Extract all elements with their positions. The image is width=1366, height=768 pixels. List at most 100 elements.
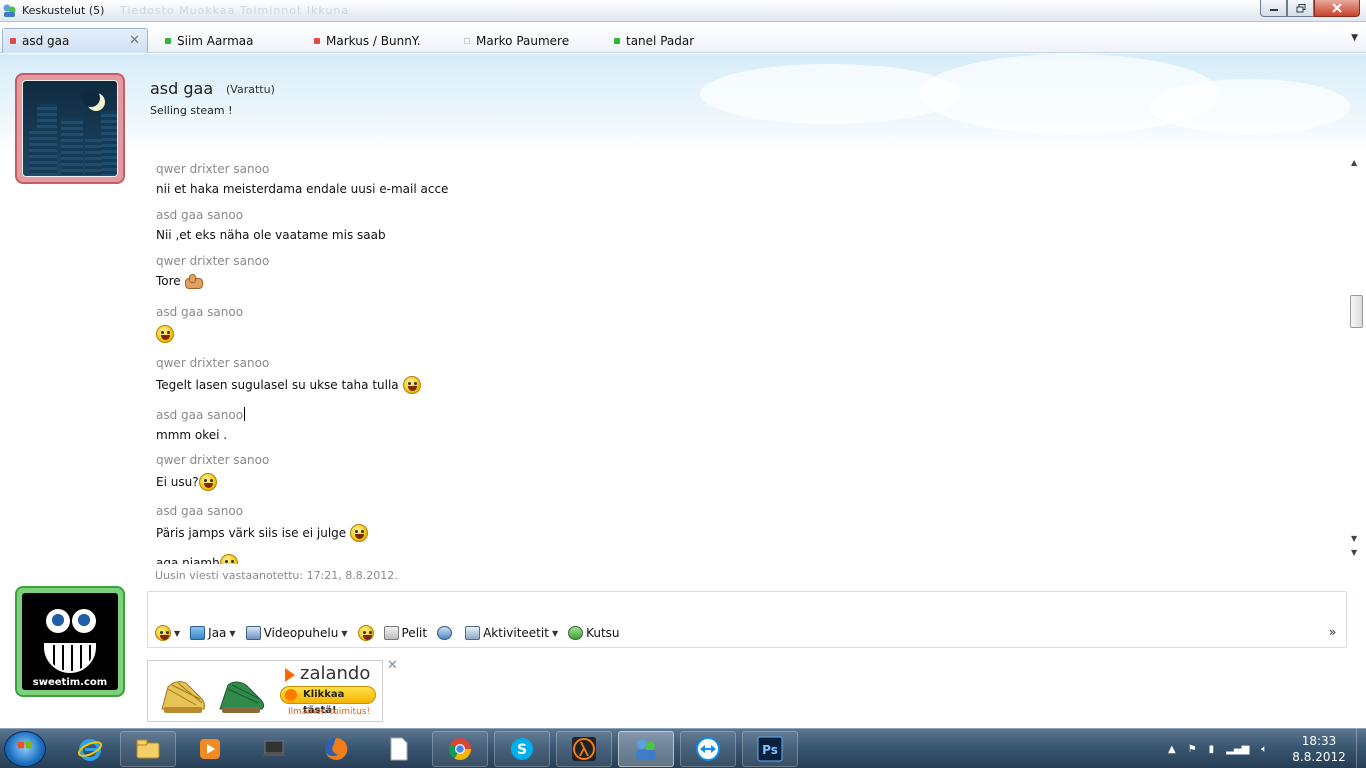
own-avatar[interactable]: sweetim.com bbox=[15, 586, 125, 697]
message: qwer drixter sanoo Tegelt lasen sugulase… bbox=[156, 356, 421, 394]
nudge-icon bbox=[437, 626, 453, 640]
close-button[interactable] bbox=[1314, 0, 1360, 17]
maximize-button[interactable] bbox=[1287, 0, 1314, 17]
ad-close-icon[interactable]: ✕ bbox=[387, 658, 398, 673]
smiley-emoticon-icon bbox=[156, 325, 174, 343]
compose-toolbar: ▼ Jaa ▼ Videopuhelu ▼ Pelit Aktiviteetit ▼ … bbox=[155, 624, 630, 642]
nudge-button[interactable] bbox=[437, 626, 455, 640]
folder-icon bbox=[136, 739, 160, 759]
show-desktop-button[interactable] bbox=[1356, 728, 1366, 768]
message: asd gaa sanoo Nii ,et eks näha ole vaata… bbox=[156, 208, 386, 242]
message: qwer drixter sanoo Tore bbox=[156, 254, 270, 289]
tab-label: asd gaa bbox=[22, 34, 70, 48]
action-center-flag-icon[interactable]: ⚑ bbox=[1188, 744, 1197, 755]
wink-button[interactable] bbox=[357, 625, 374, 641]
message: asd gaa sanoo Päris jamps värk siis ise … bbox=[156, 504, 369, 542]
share-button[interactable]: Jaa ▼ bbox=[190, 626, 236, 640]
message-input[interactable] bbox=[156, 595, 1336, 615]
taskbar-half-life[interactable] bbox=[556, 731, 612, 767]
green-shoe-image bbox=[219, 681, 265, 713]
activities-button[interactable]: Aktiviteetit ▼ bbox=[465, 626, 558, 640]
taskbar-internet-explorer[interactable] bbox=[62, 731, 118, 767]
busy-status-icon bbox=[10, 38, 16, 44]
message-text: Nii ,et eks näha ole vaatame mis saab bbox=[156, 228, 386, 242]
taskbar-laptop[interactable] bbox=[246, 731, 302, 767]
teamviewer-icon bbox=[696, 737, 720, 761]
emoticon-button[interactable]: ▼ bbox=[155, 625, 180, 641]
start-button[interactable] bbox=[4, 731, 46, 767]
title-bar: Keskustelut (5) Tiedosto Muokkaa Toiminn… bbox=[0, 0, 1366, 22]
battery-icon[interactable]: ▮ bbox=[1209, 744, 1215, 755]
message: aga niamh bbox=[156, 548, 238, 564]
scroll-down-icon[interactable]: ▼ bbox=[1351, 534, 1357, 543]
minimize-button[interactable] bbox=[1260, 0, 1287, 17]
sweetim-face-picture: sweetim.com bbox=[22, 593, 118, 690]
taskbar-chrome[interactable] bbox=[432, 731, 488, 767]
taskbar-firefox[interactable] bbox=[308, 731, 364, 767]
messenger-app-icon bbox=[3, 4, 16, 17]
restore-icon bbox=[1296, 3, 1305, 12]
taskbar-photoshop[interactable]: Ps bbox=[742, 731, 798, 767]
ad-cta-button[interactable]: Klikkaa tästä! bbox=[280, 686, 376, 716]
games-icon bbox=[383, 626, 399, 640]
message: asd gaa sanoo bbox=[156, 305, 243, 343]
invite-button[interactable]: Kutsu bbox=[568, 626, 620, 640]
internet-explorer-icon bbox=[77, 739, 103, 761]
taskbar-media-player[interactable] bbox=[182, 731, 238, 767]
ad-brand: zalando bbox=[300, 663, 371, 684]
message-sender: asd gaa sanoo bbox=[156, 208, 244, 222]
taskbar-teamviewer[interactable] bbox=[680, 731, 736, 767]
minimize-icon bbox=[1269, 9, 1278, 11]
message-text: mmm okei . bbox=[156, 428, 228, 442]
tab-tanel-padar[interactable]: tanel Padar bbox=[607, 28, 694, 53]
message-sender: qwer drixter sanoo bbox=[156, 254, 270, 268]
ad-subtext: Ilmainen toimitus! bbox=[288, 707, 371, 717]
tab-label: Marko Paumere bbox=[476, 33, 570, 48]
taskbar-clock[interactable]: 18:33 8.8.2012 bbox=[1290, 733, 1348, 765]
contact-status: (Varattu) bbox=[226, 83, 275, 96]
scroll-bottom-icon[interactable]: ▼ bbox=[1351, 548, 1357, 557]
message-text bbox=[156, 325, 243, 343]
tab-close-icon[interactable]: ✕ bbox=[129, 33, 140, 48]
scroll-up-icon[interactable]: ▲ bbox=[1351, 158, 1357, 167]
network-signal-icon[interactable]: ▂▄▆ bbox=[1226, 744, 1249, 755]
grin-emoticon-icon bbox=[219, 554, 238, 564]
clock-date: 8.8.2012 bbox=[1292, 750, 1346, 764]
taskbar-messenger[interactable] bbox=[618, 731, 674, 767]
show-hidden-icons-icon[interactable]: ▲ bbox=[1168, 744, 1176, 755]
conversation-history[interactable]: qwer drixter sanoo nii et haka meisterda… bbox=[150, 154, 1345, 564]
tab-markus-bunny[interactable]: Markus / BunnY. bbox=[307, 28, 421, 53]
chrome-icon bbox=[449, 738, 471, 760]
photoshop-icon: Ps bbox=[757, 736, 783, 762]
taskbar-file-explorer[interactable] bbox=[120, 731, 176, 767]
tab-siim-aarmaa[interactable]: Siim Aarmaa bbox=[158, 28, 253, 53]
more-options-button[interactable]: » bbox=[1329, 625, 1336, 639]
video-call-button[interactable]: Videopuhelu ▼ bbox=[245, 626, 348, 640]
message-sender: asd gaa sanoo bbox=[156, 504, 244, 518]
games-button[interactable]: Pelit bbox=[383, 626, 427, 640]
zalando-logo-icon bbox=[285, 668, 295, 682]
half-life-lambda-icon bbox=[572, 737, 596, 761]
grin-emoticon-icon bbox=[350, 524, 369, 542]
taskbar-document[interactable] bbox=[370, 731, 426, 767]
contact-avatar[interactable] bbox=[15, 73, 125, 184]
text-caret bbox=[244, 407, 246, 421]
skype-icon: S bbox=[511, 738, 533, 760]
window-title: Keskustelut (5) bbox=[22, 4, 105, 17]
taskbar-skype[interactable]: S bbox=[494, 731, 550, 767]
tab-asd-gaa[interactable]: asd gaa ✕ bbox=[2, 28, 148, 53]
busy-status-icon bbox=[314, 37, 320, 44]
last-received-note: Uusin viesti vastaanotettu: 17:21, 8.8.2… bbox=[155, 569, 398, 582]
contact-name: asd gaa bbox=[150, 79, 214, 98]
laptop-icon bbox=[262, 740, 286, 756]
media-player-icon bbox=[200, 739, 220, 759]
message: qwer drixter sanoo Ei usu? bbox=[156, 453, 269, 491]
sweetim-label: sweetim.com bbox=[32, 677, 108, 688]
scrollbar-thumb[interactable] bbox=[1350, 295, 1363, 328]
conversation-scrollbar[interactable]: ▲ ▼ ▼ bbox=[1348, 158, 1364, 564]
volume-icon[interactable]: 🔈︎ bbox=[1261, 744, 1267, 755]
firefox-icon bbox=[325, 737, 348, 760]
tab-marko-paumere[interactable]: Marko Paumere bbox=[457, 28, 569, 53]
svg-text:Ps: Ps bbox=[762, 743, 778, 757]
tab-list-chevron-down-icon[interactable]: ▼ bbox=[1351, 33, 1358, 43]
